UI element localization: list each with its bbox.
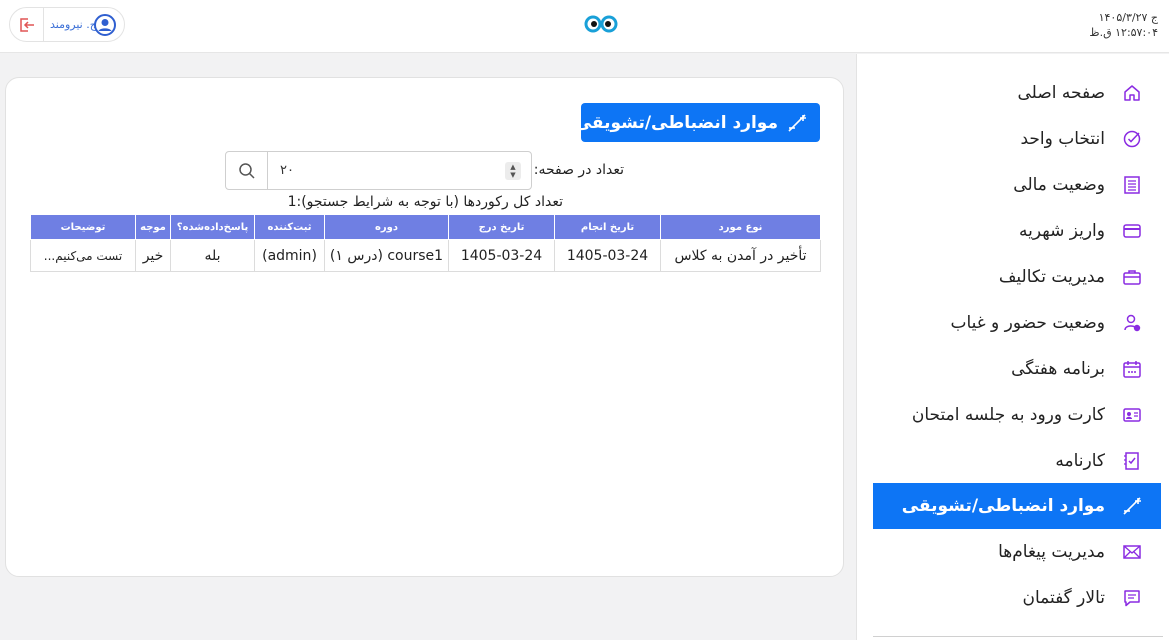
page-title-text: موارد انضباطی/تشویقی bbox=[574, 112, 778, 133]
sidebar-item-tuition-payment[interactable]: واریز شهریه bbox=[873, 208, 1161, 254]
search-icon bbox=[238, 162, 255, 179]
table-row[interactable]: تأخیر در آمدن به کلاس 1405-03-24 1405-03… bbox=[30, 239, 821, 272]
sidebar-item-messages[interactable]: مدیریت پیغام‌ها bbox=[873, 529, 1161, 575]
sidebar-item-financial-status[interactable]: وضعیت مالی bbox=[873, 162, 1161, 208]
sidebar-divider bbox=[873, 636, 1163, 637]
column-header[interactable]: توضیحات bbox=[30, 214, 136, 240]
search-group: ۲۰ ▲ ▼ bbox=[225, 151, 532, 190]
per-page-input[interactable]: ۲۰ ▲ ▼ bbox=[268, 152, 531, 189]
column-header[interactable]: موجه bbox=[135, 214, 171, 240]
table-cell: خیر bbox=[135, 239, 171, 272]
id-card-icon bbox=[1121, 404, 1143, 426]
envelope-icon bbox=[1121, 541, 1143, 563]
table-cell: course1 (درس ۱) bbox=[324, 239, 449, 272]
sidebar-item-label: صفحه اصلی bbox=[1017, 83, 1105, 103]
per-page-label: تعداد در صفحه: bbox=[533, 162, 624, 178]
calendar-icon bbox=[1121, 358, 1143, 380]
user-name[interactable]: ج. نیرومند bbox=[50, 18, 97, 31]
date-text: ج ۱۴۰۵/۳/۲۷ bbox=[1098, 11, 1158, 24]
sidebar-item-label: واریز شهریه bbox=[1019, 221, 1105, 241]
receipt-icon bbox=[1121, 174, 1143, 196]
sidebar-item-label: تالار گفتمان bbox=[1022, 588, 1105, 608]
column-header[interactable]: دوره bbox=[324, 214, 449, 240]
table-header-row: نوع مورد تاریخ انجام تاریخ درج دوره ثبت‌… bbox=[30, 214, 821, 240]
sidebar: صفحه اصلی انتخاب واحد وضعیت مالی واریز ش… bbox=[856, 54, 1169, 640]
total-records: تعداد کل رکوردها (با توجه به شرایط جستجو… bbox=[287, 194, 563, 210]
sidebar-item-label: وضعیت حضور و غیاب bbox=[950, 313, 1105, 333]
column-header[interactable]: تاریخ درج bbox=[448, 214, 555, 240]
user-check-icon bbox=[1121, 312, 1143, 334]
sidebar-item-label: مدیریت پیغام‌ها bbox=[998, 542, 1105, 562]
logout-icon bbox=[19, 17, 34, 32]
sidebar-item-label: وضعیت مالی bbox=[1013, 175, 1105, 195]
plus-minus-icon bbox=[786, 111, 808, 135]
date-time: ج ۱۴۰۵/۳/۲۷ ۱۲:۵۷:۰۴ ق.ظ bbox=[1089, 10, 1158, 40]
number-spinner[interactable]: ▲ ▼ bbox=[505, 162, 521, 180]
owl-logo-icon[interactable] bbox=[584, 13, 618, 35]
column-header[interactable]: پاسخ‌داده‌شده؟ bbox=[170, 214, 255, 240]
spinner-up-icon[interactable]: ▲ bbox=[510, 163, 515, 171]
column-header[interactable]: ثبت‌کننده bbox=[254, 214, 325, 240]
briefcase-icon bbox=[1121, 266, 1143, 288]
table-cell: تأخیر در آمدن به کلاس bbox=[660, 239, 821, 272]
sidebar-item-label: انتخاب واحد bbox=[1020, 129, 1105, 149]
sidebar-item-attendance[interactable]: وضعیت حضور و غیاب bbox=[873, 300, 1161, 346]
sidebar-item-assignments[interactable]: مدیریت تکالیف bbox=[873, 254, 1161, 300]
logout-button[interactable] bbox=[10, 8, 44, 41]
sidebar-item-home[interactable]: صفحه اصلی bbox=[873, 70, 1161, 116]
user-avatar-icon bbox=[94, 14, 116, 40]
per-page-value: ۲۰ bbox=[280, 163, 294, 178]
sidebar-item-label: برنامه هفتگی bbox=[1011, 359, 1105, 379]
records-table: نوع مورد تاریخ انجام تاریخ درج دوره ثبت‌… bbox=[30, 214, 821, 272]
sidebar-item-label: کارنامه bbox=[1055, 451, 1105, 471]
user-pill[interactable]: ج. نیرومند bbox=[9, 7, 125, 42]
credit-card-icon bbox=[1121, 220, 1143, 242]
table-cell: بله bbox=[170, 239, 255, 272]
top-bar: ج. نیرومند ج ۱۴۰۵/۳/۲۷ ۱۲:۵۷:۰۴ ق.ظ bbox=[0, 0, 1169, 53]
table-cell: (admin) bbox=[254, 239, 325, 272]
main-card: موارد انضباطی/تشویقی تعداد در صفحه: ۲۰ ▲… bbox=[5, 77, 844, 577]
check-circle-icon bbox=[1121, 128, 1143, 150]
table-cell[interactable]: تست می‌کنیم... bbox=[30, 239, 136, 272]
sidebar-item-forum[interactable]: تالار گفتمان bbox=[873, 575, 1161, 621]
time-text: ۱۲:۵۷:۰۴ ق.ظ bbox=[1089, 26, 1158, 39]
sidebar-item-discipline[interactable]: موارد انضباطی/تشویقی bbox=[873, 483, 1161, 529]
sidebar-item-report-card[interactable]: کارنامه bbox=[873, 438, 1161, 484]
chat-icon bbox=[1121, 587, 1143, 609]
sidebar-item-exam-card[interactable]: کارت ورود به جلسه امتحان bbox=[873, 392, 1161, 438]
table-cell: 1405-03-24 bbox=[554, 239, 661, 272]
column-header[interactable]: تاریخ انجام bbox=[554, 214, 661, 240]
sidebar-item-label: موارد انضباطی/تشویقی bbox=[901, 496, 1105, 516]
page-title: موارد انضباطی/تشویقی bbox=[575, 103, 820, 142]
search-button[interactable] bbox=[226, 152, 268, 189]
sidebar-item-label: کارت ورود به جلسه امتحان bbox=[911, 405, 1105, 425]
sidebar-item-course-selection[interactable]: انتخاب واحد bbox=[873, 116, 1161, 162]
report-card-icon bbox=[1121, 450, 1143, 472]
column-header[interactable]: نوع مورد bbox=[660, 214, 821, 240]
spinner-down-icon[interactable]: ▼ bbox=[510, 171, 515, 179]
plus-minus-icon bbox=[1121, 495, 1143, 517]
home-icon bbox=[1121, 82, 1143, 104]
sidebar-item-weekly-schedule[interactable]: برنامه هفتگی bbox=[873, 346, 1161, 392]
sidebar-item-label: مدیریت تکالیف bbox=[998, 267, 1105, 287]
table-cell: 1405-03-24 bbox=[448, 239, 555, 272]
